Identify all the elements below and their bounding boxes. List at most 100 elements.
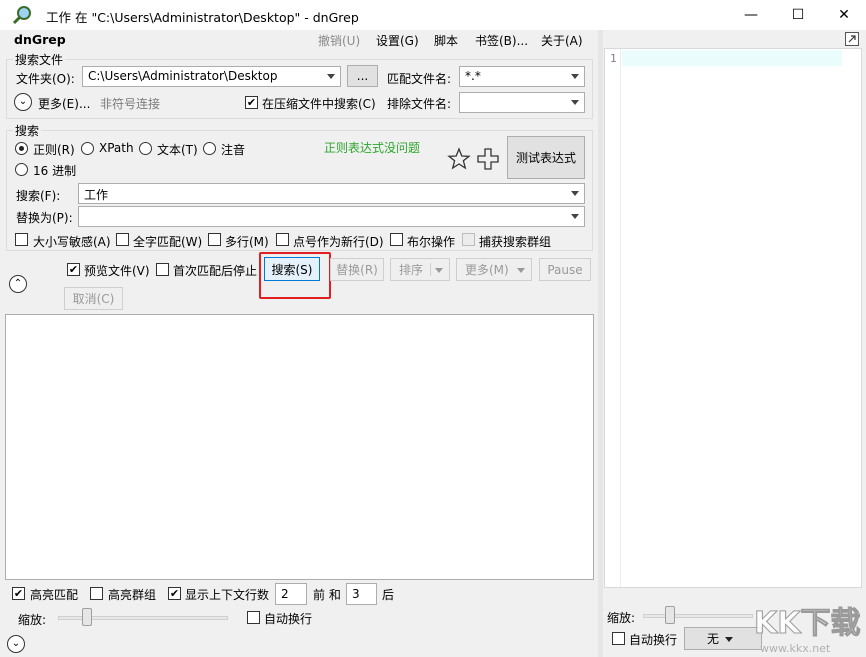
add-bookmark-icon[interactable] (476, 147, 500, 171)
word-wrap-checkbox[interactable] (247, 611, 260, 624)
capture-groups-checkbox[interactable] (462, 233, 475, 246)
more-button[interactable]: 更多(M) (456, 258, 532, 281)
star-bookmark-icon[interactable] (447, 147, 471, 171)
after-label: 后 (382, 588, 395, 602)
title-bar: 工作 在 "C:\Users\Administrator\Desktop" - … (0, 0, 866, 30)
line-number: 1 (610, 52, 617, 65)
folder-label: 文件夹(O): (16, 72, 75, 86)
dot-newline-checkbox[interactable] (276, 233, 289, 246)
more-options-link[interactable]: 更多(E)... (38, 95, 90, 112)
preview-zoom-label: 缩放: (607, 611, 636, 625)
watermark-brand: KK下载 (754, 606, 861, 642)
syntax-dropdown[interactable]: 无 (684, 627, 762, 650)
search-for-label: 搜索(F): (16, 189, 61, 203)
text-radio[interactable] (139, 142, 152, 155)
replace-with-input[interactable] (78, 206, 585, 227)
stop-first-label: 首次匹配后停止 (173, 264, 258, 278)
sort-button[interactable]: 排序 (390, 258, 450, 281)
cancel-button[interactable]: 取消(C) (64, 287, 123, 310)
regex-radio[interactable] (15, 142, 28, 155)
syntax-dropdown-icon[interactable] (725, 637, 733, 642)
replace-with-dropdown-icon[interactable] (571, 214, 579, 219)
lines-before-input[interactable]: 2 (275, 583, 307, 605)
match-filename-input[interactable]: *.* (459, 66, 585, 87)
minimize-button[interactable]: — (728, 0, 774, 30)
zoom-slider-thumb[interactable] (82, 608, 92, 626)
highlight-groups-label: 高亮群组 (108, 588, 157, 602)
archive-checkbox[interactable]: ✔ (245, 96, 258, 109)
search-legend: 搜索 (13, 122, 42, 139)
preview-checkbox[interactable]: ✔ (67, 263, 80, 276)
preview-editor[interactable]: 1 (604, 48, 862, 588)
whole-word-checkbox[interactable] (116, 233, 129, 246)
search-button[interactable]: 搜索(S) (264, 257, 320, 281)
word-wrap-label: 自动换行 (264, 612, 313, 626)
folder-input[interactable]: C:\Users\Administrator\Desktop (82, 66, 341, 87)
capture-groups-label: 捕获搜索群组 (479, 235, 552, 249)
menu-undo[interactable]: 撤销(U) (318, 32, 360, 49)
search-files-legend: 搜索文件 (13, 51, 66, 68)
phonetic-radio[interactable] (203, 142, 216, 155)
multiline-label: 多行(M) (225, 235, 269, 249)
exclude-dropdown-icon[interactable] (571, 100, 579, 105)
stop-first-checkbox[interactable] (156, 263, 169, 276)
window-title: 工作 在 "C:\Users\Administrator\Desktop" - … (46, 10, 359, 25)
phonetic-label: 注音 (221, 143, 246, 157)
preview-label: 预览文件(V) (84, 264, 150, 278)
pane-splitter[interactable] (598, 30, 603, 657)
preview-word-wrap-label: 自动换行 (629, 633, 678, 647)
expand-bottom-icon[interactable]: ⌄ (7, 635, 25, 653)
xpath-radio[interactable] (81, 142, 94, 155)
before-and-label: 前 和 (313, 588, 341, 602)
app-name: dnGrep (14, 32, 66, 47)
highlight-groups-checkbox[interactable] (90, 587, 103, 600)
exclude-filename-label: 排除文件名: (387, 97, 452, 111)
search-for-dropdown-icon[interactable] (571, 191, 579, 196)
collapse-options-icon[interactable]: ⌃ (9, 275, 27, 293)
match-dropdown-icon[interactable] (571, 74, 579, 79)
expand-more-icon[interactable]: ⌄ (14, 93, 32, 111)
close-button[interactable]: ✕ (821, 0, 866, 30)
hex-radio[interactable] (15, 163, 28, 176)
more-dropdown-icon[interactable] (517, 268, 525, 273)
case-sensitive-label: 大小写敏感(A) (33, 235, 111, 249)
results-list[interactable] (5, 314, 594, 580)
match-filename-label: 匹配文件名: (387, 72, 452, 86)
preview-zoom-slider-thumb[interactable] (665, 606, 675, 624)
show-context-label: 显示上下文行数 (185, 588, 270, 602)
highlight-matches-checkbox[interactable]: ✔ (12, 587, 25, 600)
nonsymbol-label: 非符号连接 (100, 97, 161, 111)
archive-label: 在压缩文件中搜索(C) (262, 97, 376, 111)
kk-watermark-logo: KK下载 www.kkx.net (752, 598, 864, 656)
preview-zoom-slider-track[interactable] (643, 614, 753, 618)
show-context-checkbox[interactable]: ✔ (168, 587, 181, 600)
replace-with-label: 替换为(P): (16, 211, 73, 225)
menu-script[interactable]: 脚本 (434, 32, 458, 49)
preview-word-wrap-checkbox[interactable] (612, 632, 625, 645)
maximize-button[interactable]: ☐ (775, 0, 821, 30)
boolean-checkbox[interactable] (390, 233, 403, 246)
dngrep-logo-icon (12, 6, 31, 25)
exclude-filename-input[interactable] (459, 92, 585, 113)
multiline-checkbox[interactable] (208, 233, 221, 246)
menu-bookmarks[interactable]: 书签(B)... (475, 32, 528, 49)
menu-settings[interactable]: 设置(G) (376, 32, 419, 49)
zoom-label: 缩放: (18, 613, 47, 627)
lines-after-input[interactable]: 3 (346, 583, 377, 605)
sort-dropdown-icon[interactable] (435, 268, 443, 273)
watermark-url: www.kkx.net (760, 642, 831, 655)
replace-button[interactable]: 替换(R) (330, 258, 384, 281)
dot-newline-label: 点号作为新行(D) (293, 235, 384, 249)
expand-preview-icon[interactable] (845, 32, 859, 46)
test-expression-button[interactable]: 测试表达式 (507, 136, 585, 179)
current-line-highlight (622, 50, 842, 66)
xpath-label: XPath (99, 141, 134, 155)
pause-button[interactable]: Pause (539, 258, 591, 281)
folder-dropdown-icon[interactable] (327, 74, 335, 79)
search-for-input[interactable]: 工作 (78, 183, 585, 204)
line-number-gutter: 1 (605, 49, 621, 587)
menu-about[interactable]: 关于(A) (541, 32, 583, 49)
case-sensitive-checkbox[interactable] (15, 233, 28, 246)
highlight-matches-label: 高亮匹配 (30, 588, 79, 602)
browse-button[interactable]: ... (347, 65, 378, 87)
